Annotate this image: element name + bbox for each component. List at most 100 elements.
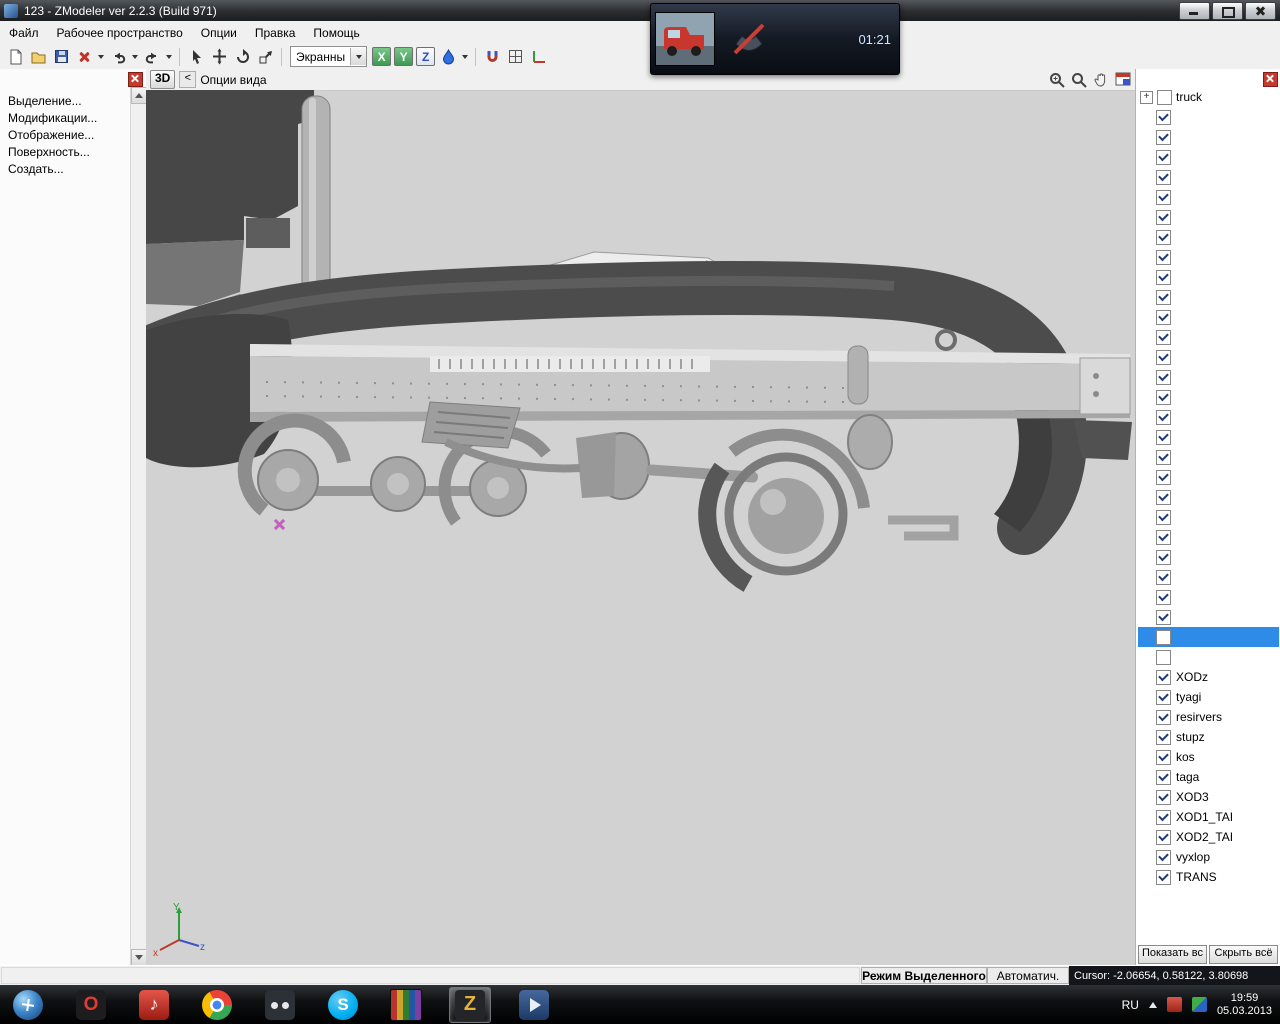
- layer-checkbox[interactable]: [1156, 869, 1171, 885]
- layer-checkbox[interactable]: [1156, 669, 1171, 685]
- layer-checkbox[interactable]: [1156, 849, 1171, 865]
- tray-icon-color[interactable]: [1191, 997, 1207, 1012]
- layer-row[interactable]: [1138, 647, 1279, 667]
- scroll-down-icon[interactable]: [131, 949, 147, 966]
- language-indicator[interactable]: RU: [1122, 998, 1139, 1012]
- delete-icon[interactable]: [74, 47, 94, 67]
- layer-checkbox[interactable]: [1156, 269, 1171, 285]
- player-icon[interactable]: ♪: [134, 988, 174, 1022]
- layer-row-vyxlop[interactable]: vyxlop: [1138, 847, 1279, 867]
- layer-row-stupz[interactable]: stupz: [1138, 727, 1279, 747]
- layer-row[interactable]: [1138, 627, 1279, 647]
- layer-checkbox[interactable]: [1156, 349, 1171, 365]
- layers-panel-close-icon[interactable]: [1263, 72, 1278, 87]
- grid-icon[interactable]: [505, 47, 525, 67]
- viewport-canvas[interactable]: Y z x: [146, 90, 1136, 966]
- left-panel-item[interactable]: Поверхность...: [8, 144, 146, 161]
- layer-checkbox[interactable]: [1156, 129, 1171, 145]
- viewport-back-button[interactable]: <: [179, 71, 197, 88]
- layer-row-truck[interactable]: + truck: [1138, 87, 1279, 107]
- layer-checkbox[interactable]: [1156, 549, 1171, 565]
- redo-icon[interactable]: [142, 47, 162, 67]
- show-all-button[interactable]: Показать вс: [1138, 945, 1207, 964]
- chrome-icon[interactable]: [197, 988, 237, 1022]
- layer-checkbox[interactable]: [1156, 489, 1171, 505]
- viewport-mode-button[interactable]: 3D: [150, 70, 176, 89]
- axis-y-button[interactable]: Y: [394, 47, 414, 66]
- scale-tool-icon[interactable]: [255, 47, 275, 67]
- left-panel-item[interactable]: Модификации...: [8, 110, 146, 127]
- layer-row[interactable]: [1138, 167, 1279, 187]
- left-panel-item[interactable]: Отображение...: [8, 127, 146, 144]
- media-app-icon[interactable]: [514, 988, 554, 1022]
- left-panel-scrollbar[interactable]: [130, 87, 147, 966]
- axis-z-button[interactable]: Z: [416, 47, 436, 66]
- menu-item[interactable]: Помощь: [304, 22, 368, 44]
- layer-row[interactable]: [1138, 187, 1279, 207]
- layer-checkbox[interactable]: [1156, 189, 1171, 205]
- layer-checkbox[interactable]: [1156, 309, 1171, 325]
- delete-dropdown-caret[interactable]: [98, 54, 104, 59]
- layer-row-XOD3[interactable]: XOD3: [1138, 787, 1279, 807]
- pan-hand-icon[interactable]: [1092, 71, 1110, 89]
- layer-row-kos[interactable]: kos: [1138, 747, 1279, 767]
- menu-item[interactable]: Правка: [246, 22, 305, 44]
- select-tool-icon[interactable]: [186, 47, 206, 67]
- axis-x-button[interactable]: X: [372, 47, 392, 66]
- layer-row[interactable]: [1138, 207, 1279, 227]
- zoom-in-icon[interactable]: [1048, 71, 1066, 89]
- zmodeler-icon[interactable]: Z: [449, 986, 491, 1023]
- layer-row[interactable]: [1138, 507, 1279, 527]
- layer-checkbox[interactable]: [1156, 289, 1171, 305]
- menu-item[interactable]: Рабочее пространство: [48, 22, 192, 44]
- layer-row-TRANS[interactable]: TRANS: [1138, 867, 1279, 887]
- screen-mode-dropdown[interactable]: Экранны: [290, 46, 368, 67]
- redo-dropdown-caret[interactable]: [166, 54, 172, 59]
- layer-row[interactable]: [1138, 347, 1279, 367]
- layer-checkbox[interactable]: [1156, 569, 1171, 585]
- layer-checkbox[interactable]: [1156, 429, 1171, 445]
- layer-row[interactable]: [1138, 607, 1279, 627]
- layer-checkbox[interactable]: [1156, 589, 1171, 605]
- scroll-up-icon[interactable]: [131, 87, 147, 104]
- material-dropdown-caret[interactable]: [462, 54, 469, 59]
- layer-checkbox[interactable]: [1156, 409, 1171, 425]
- glasses-app-icon[interactable]: [260, 988, 300, 1022]
- close-button[interactable]: [1245, 1, 1276, 20]
- layer-checkbox[interactable]: [1157, 89, 1172, 105]
- hide-all-button[interactable]: Скрыть всё: [1209, 945, 1278, 964]
- layer-checkbox[interactable]: [1156, 369, 1171, 385]
- layer-row[interactable]: [1138, 107, 1279, 127]
- layer-checkbox[interactable]: [1156, 769, 1171, 785]
- layer-row[interactable]: [1138, 327, 1279, 347]
- layer-row-XODz[interactable]: XODz: [1138, 667, 1279, 687]
- move-tool-icon[interactable]: [209, 47, 229, 67]
- new-file-icon[interactable]: [5, 47, 25, 67]
- save-icon[interactable]: [51, 47, 71, 67]
- axes-icon[interactable]: [528, 47, 548, 67]
- screen-mode-caret[interactable]: [350, 48, 367, 65]
- layer-row[interactable]: [1138, 467, 1279, 487]
- layer-checkbox[interactable]: [1156, 169, 1171, 185]
- tray-icon-red[interactable]: [1166, 997, 1182, 1012]
- opera-icon[interactable]: O: [71, 988, 111, 1022]
- layer-checkbox[interactable]: [1156, 749, 1171, 765]
- expander-icon[interactable]: +: [1140, 90, 1153, 104]
- layer-checkbox[interactable]: [1156, 109, 1171, 125]
- undo-dropdown-caret[interactable]: [132, 54, 138, 59]
- layer-row[interactable]: [1138, 367, 1279, 387]
- left-panel-item[interactable]: Создать...: [8, 161, 146, 178]
- layer-row[interactable]: [1138, 247, 1279, 267]
- layer-row-XOD2_TAI[interactable]: XOD2_TAI: [1138, 827, 1279, 847]
- left-panel-close-icon[interactable]: [128, 72, 143, 87]
- layer-row[interactable]: [1138, 307, 1279, 327]
- layer-row[interactable]: [1138, 567, 1279, 587]
- layer-checkbox[interactable]: [1156, 809, 1171, 825]
- layer-checkbox[interactable]: [1156, 209, 1171, 225]
- start-button[interactable]: [8, 988, 48, 1022]
- layer-checkbox[interactable]: [1156, 649, 1171, 665]
- maximize-button[interactable]: [1212, 1, 1243, 20]
- layer-row[interactable]: [1138, 407, 1279, 427]
- layer-checkbox[interactable]: [1156, 449, 1171, 465]
- layer-checkbox[interactable]: [1156, 829, 1171, 845]
